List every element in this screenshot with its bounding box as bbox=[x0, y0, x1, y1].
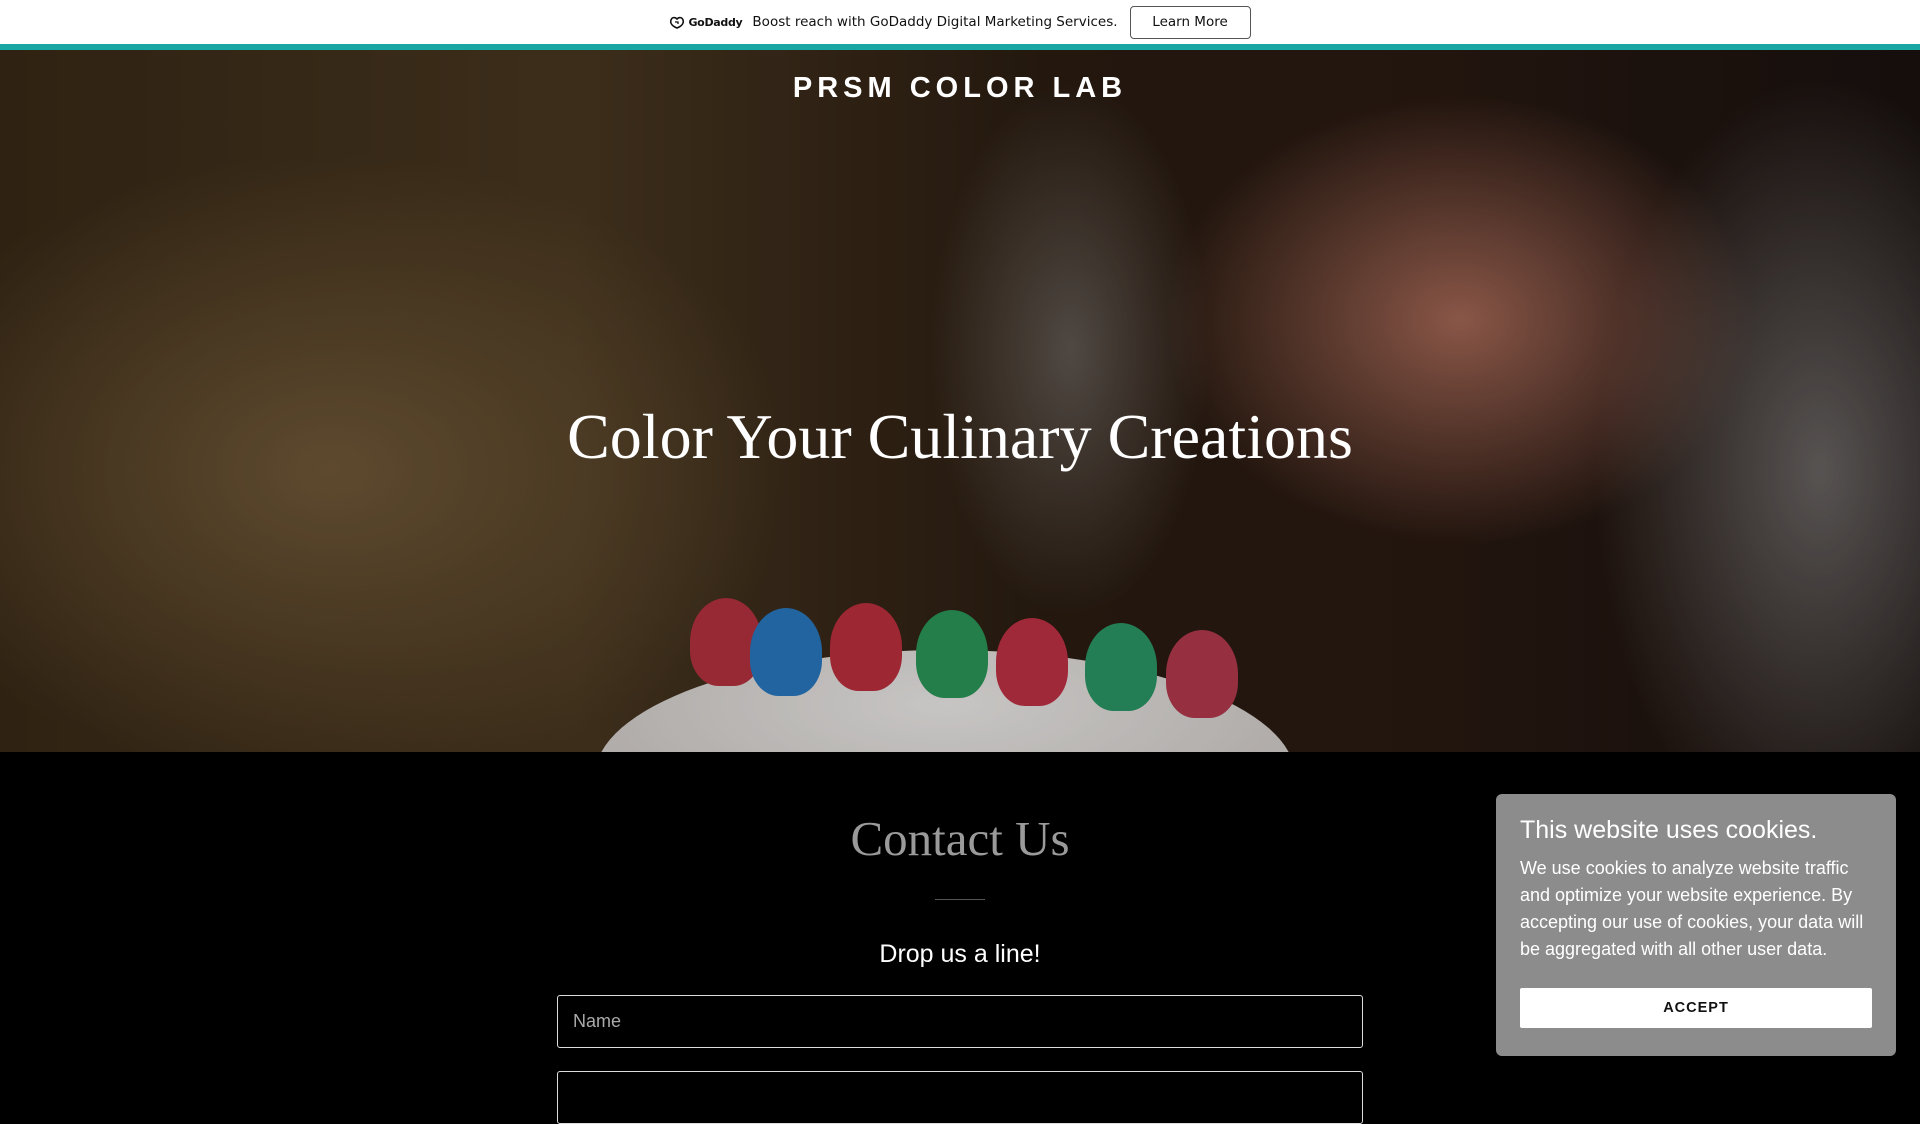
promo-banner: GoDaddy Boost reach with GoDaddy Digital… bbox=[0, 0, 1920, 44]
godaddy-logo-icon bbox=[670, 16, 685, 29]
section-divider bbox=[935, 899, 985, 900]
godaddy-logo[interactable]: GoDaddy bbox=[669, 15, 743, 29]
cookie-banner: This website uses cookies. We use cookie… bbox=[1496, 794, 1896, 1056]
email-input[interactable] bbox=[557, 1071, 1363, 1124]
cookie-text: We use cookies to analyze website traffi… bbox=[1520, 858, 1864, 959]
promo-message: Boost reach with GoDaddy Digital Marketi… bbox=[752, 14, 1118, 30]
site-title[interactable]: PRSM COLOR LAB bbox=[0, 72, 1920, 105]
accept-cookies-button[interactable]: ACCEPT bbox=[1520, 988, 1872, 1028]
cookie-title: This website uses cookies. bbox=[1520, 816, 1818, 844]
learn-more-button[interactable]: Learn More bbox=[1129, 5, 1251, 39]
godaddy-logo-text: GoDaddy bbox=[688, 15, 743, 29]
name-input[interactable] bbox=[557, 995, 1363, 1048]
hero-heading: Color Your Culinary Creations bbox=[567, 401, 1353, 472]
